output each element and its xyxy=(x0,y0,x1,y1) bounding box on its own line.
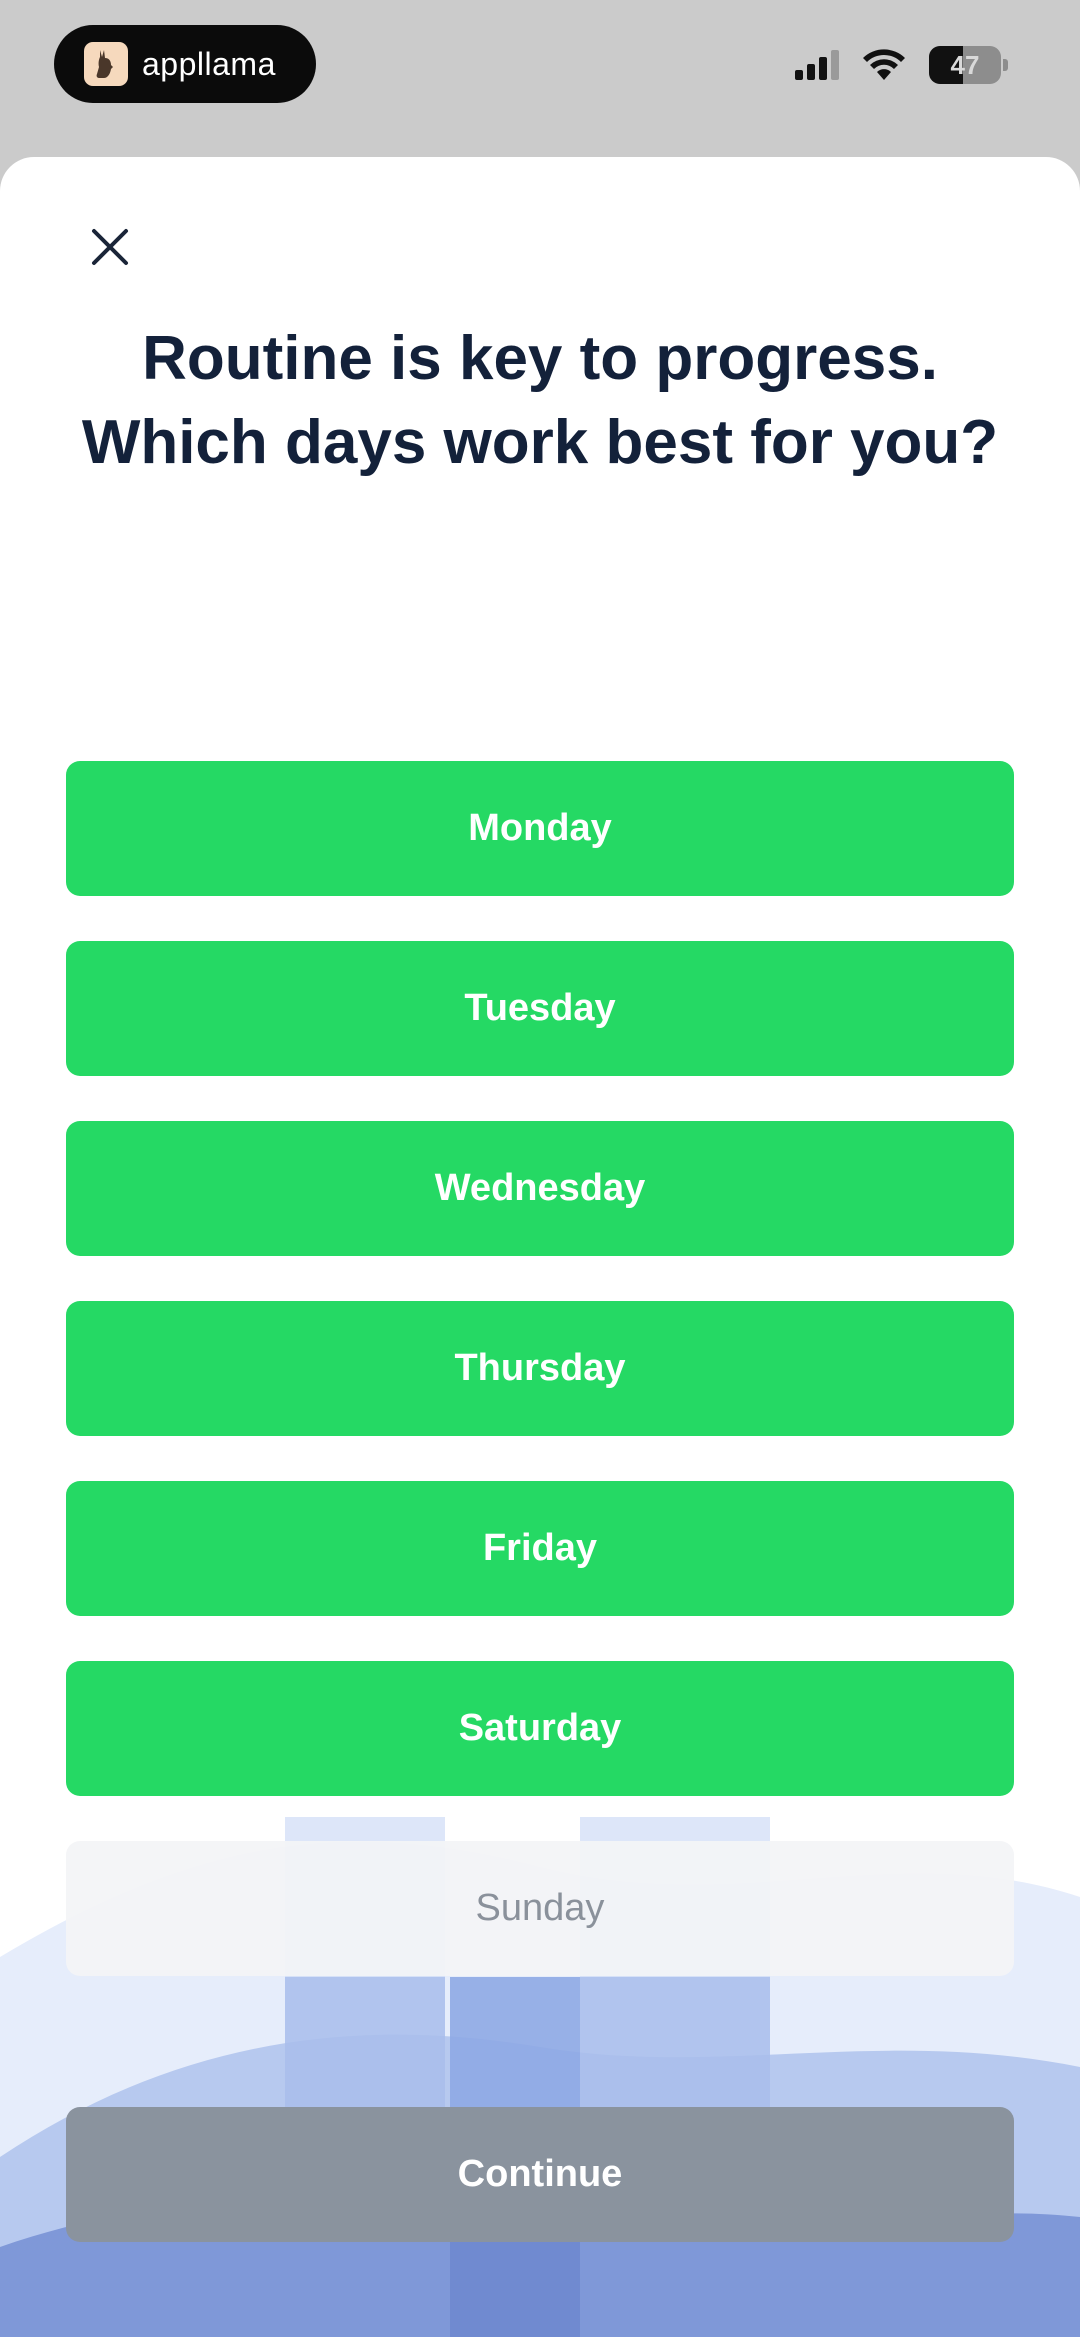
title-line-2: Which days work best for you? xyxy=(81,408,999,477)
day-option-friday[interactable]: Friday xyxy=(66,1481,1014,1616)
brand-pill: appllama xyxy=(54,25,316,103)
status-bar: appllama 47 xyxy=(0,0,1080,160)
page-title: Routine is key to progress. Which days w… xyxy=(40,317,1040,485)
llama-logo-icon xyxy=(84,42,128,86)
battery-indicator: 47 xyxy=(929,46,1008,84)
day-option-tuesday[interactable]: Tuesday xyxy=(66,941,1014,1076)
day-option-sunday[interactable]: Sunday xyxy=(66,1841,1014,1976)
wifi-icon xyxy=(863,49,905,80)
day-option-saturday[interactable]: Saturday xyxy=(66,1661,1014,1796)
schedule-sheet: Routine is key to progress. Which days w… xyxy=(0,157,1080,2337)
close-icon xyxy=(92,229,128,265)
day-options-list: Monday Tuesday Wednesday Thursday Friday… xyxy=(66,761,1014,1976)
close-button[interactable] xyxy=(80,217,140,277)
title-line-1: Routine is key to progress. xyxy=(142,324,938,393)
cellular-signal-icon xyxy=(795,50,839,80)
status-icons: 47 xyxy=(795,46,1008,84)
day-option-wednesday[interactable]: Wednesday xyxy=(66,1121,1014,1256)
continue-button[interactable]: Continue xyxy=(66,2107,1014,2242)
day-option-thursday[interactable]: Thursday xyxy=(66,1301,1014,1436)
brand-name: appllama xyxy=(142,45,276,82)
battery-percentage: 47 xyxy=(950,49,980,80)
day-option-monday[interactable]: Monday xyxy=(66,761,1014,896)
battery-icon: 47 xyxy=(929,46,1001,84)
